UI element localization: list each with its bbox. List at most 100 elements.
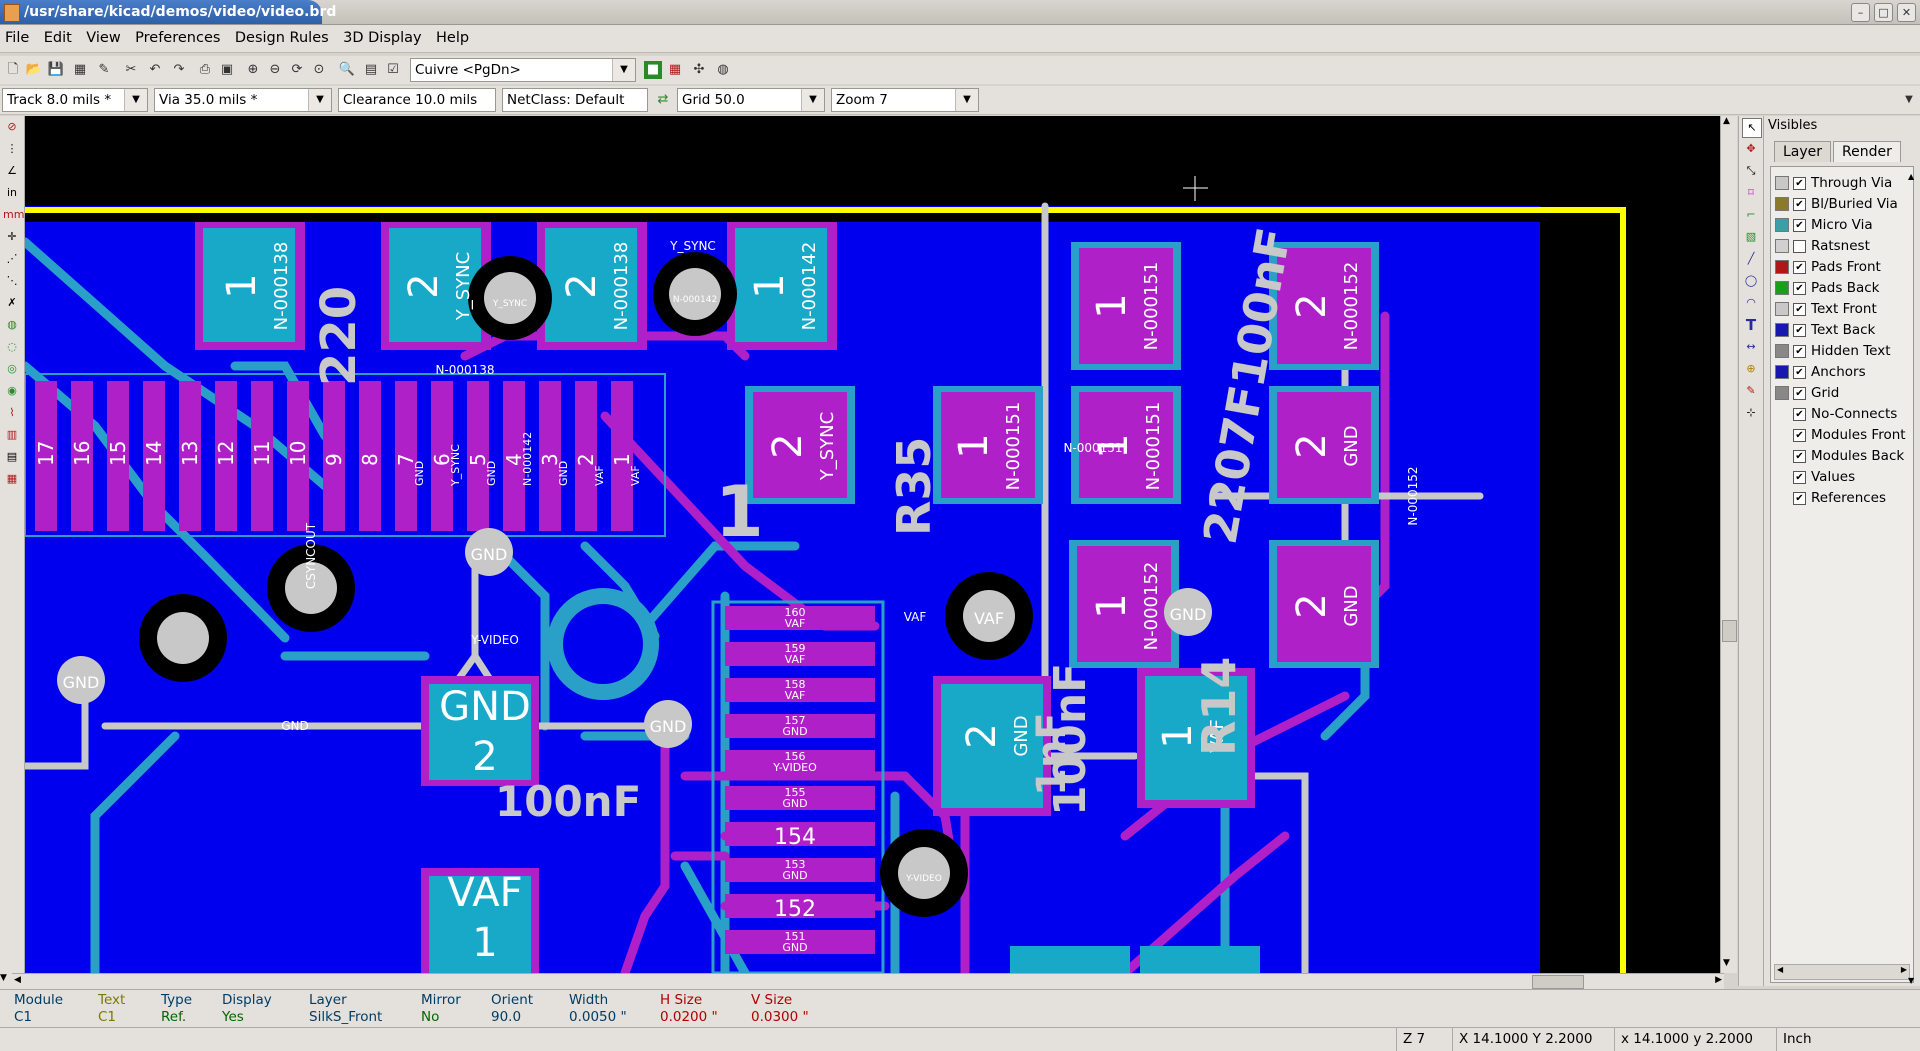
pads-sketch-icon[interactable]: ◎ bbox=[3, 360, 21, 378]
chevron-down-icon[interactable]: ▼ bbox=[124, 89, 147, 111]
add-line-icon[interactable]: ╱ bbox=[1742, 250, 1760, 268]
visibility-checkbox[interactable]: ✔ bbox=[1793, 449, 1806, 463]
render-item[interactable]: ✔ Anchors bbox=[1775, 362, 1866, 383]
color-swatch[interactable] bbox=[1775, 302, 1789, 316]
scroll-left-icon[interactable]: ◀ bbox=[1777, 965, 1783, 974]
select-tool-icon[interactable]: ↖ bbox=[1742, 118, 1762, 138]
menu-help[interactable]: Help bbox=[431, 25, 474, 52]
render-item[interactable]: ✔ Through Via bbox=[1775, 173, 1892, 194]
horizontal-scroll-thumb[interactable] bbox=[1532, 975, 1584, 989]
render-item[interactable]: ✔ Modules Back bbox=[1775, 446, 1904, 467]
chevron-down-icon[interactable]: ▼ bbox=[955, 89, 978, 111]
open-board-icon[interactable]: 📂 bbox=[25, 61, 43, 79]
undo-icon[interactable]: ↶ bbox=[146, 61, 164, 79]
color-swatch[interactable] bbox=[1775, 323, 1789, 337]
visibility-checkbox[interactable]: ✔ bbox=[1793, 197, 1806, 211]
pcb-drawing[interactable]: 17 16 15 14 13 12 11 10 9 8 7GND6Y_SYNC 5GND4N-0001… bbox=[25, 116, 1720, 973]
pcb-canvas[interactable]: 17 16 15 14 13 12 11 10 9 8 7 GND 6 Y_SYNC 5 GND 4 N-0001… bbox=[25, 116, 1720, 973]
add-text-icon[interactable]: T bbox=[1742, 316, 1760, 334]
scroll-left-icon[interactable]: ◀ bbox=[14, 975, 21, 985]
zone-fill-icon[interactable]: ◍ bbox=[3, 316, 21, 334]
vertical-scroll-thumb[interactable] bbox=[1722, 620, 1737, 642]
render-list-hscroll[interactable]: ◀ ▶ bbox=[1774, 964, 1910, 980]
add-dimension-icon[interactable]: ↔ bbox=[1742, 338, 1760, 356]
visibility-checkbox[interactable]: ✔ bbox=[1793, 344, 1806, 358]
maximize-icon[interactable]: □ bbox=[1874, 3, 1893, 22]
print-icon[interactable]: ⎙ bbox=[196, 61, 214, 79]
render-item[interactable]: ✔ Micro Via bbox=[1775, 215, 1873, 236]
new-board-icon[interactable]: 🗋 bbox=[4, 61, 22, 79]
units-mm-icon[interactable]: mm bbox=[3, 206, 24, 224]
via-size-select[interactable]: Via 35.0 mils * ▼ bbox=[154, 88, 332, 112]
close-icon[interactable]: ✕ bbox=[1897, 3, 1916, 22]
scroll-right-icon[interactable]: ▶ bbox=[1715, 975, 1722, 985]
autoroute-icon[interactable]: ✣ bbox=[690, 61, 708, 79]
render-item[interactable]: ✔ Pads Back bbox=[1775, 278, 1879, 299]
scroll-up-icon[interactable]: ▲ bbox=[1723, 116, 1730, 126]
render-item[interactable]: ✔ References bbox=[1775, 488, 1886, 509]
autoplace-icon[interactable]: ▦ bbox=[666, 61, 684, 79]
render-item[interactable]: ✔ Modules Front bbox=[1775, 425, 1906, 446]
grid-toggle-icon[interactable]: ⋮ bbox=[3, 140, 21, 158]
microwave-icon[interactable]: ▦ bbox=[3, 470, 21, 488]
set-origin-icon[interactable]: ⊹ bbox=[1742, 404, 1760, 422]
auto-delete-track-icon[interactable]: ✗ bbox=[3, 294, 21, 312]
visibility-checkbox[interactable]: ✔ bbox=[1793, 176, 1806, 190]
color-swatch[interactable] bbox=[1775, 281, 1789, 295]
vertical-scrollbar[interactable]: ▲ ▼ bbox=[1720, 116, 1737, 973]
zoom-out-icon[interactable]: ⊖ bbox=[266, 61, 284, 79]
horizontal-scrollbar[interactable]: ◀ ▶ bbox=[12, 973, 1724, 990]
visibility-checkbox[interactable]: ✔ bbox=[1793, 302, 1806, 316]
menu-view[interactable]: View bbox=[81, 25, 125, 52]
zoom-select[interactable]: Zoom 7 ▼ bbox=[831, 88, 979, 112]
render-item[interactable]: ✔ Hidden Text bbox=[1775, 341, 1891, 362]
menu-design-rules[interactable]: Design Rules bbox=[230, 25, 334, 52]
color-swatch[interactable] bbox=[1775, 218, 1789, 232]
grid-select[interactable]: Grid 50.0 ▼ bbox=[677, 88, 825, 112]
scroll-up-icon[interactable]: ▲ bbox=[1908, 172, 1914, 181]
cursor-shape-icon[interactable]: ✛ bbox=[3, 228, 21, 246]
scroll-down-icon[interactable]: ▼ bbox=[1908, 976, 1914, 985]
tracks-sketch-icon[interactable]: ⌇ bbox=[3, 404, 21, 422]
auto-track-width-icon[interactable]: ⇄ bbox=[654, 91, 672, 109]
save-board-icon[interactable]: 💾 bbox=[47, 61, 65, 79]
color-swatch[interactable] bbox=[1775, 260, 1789, 274]
netlist-icon[interactable]: ▤ bbox=[362, 61, 380, 79]
chevron-down-icon[interactable]: ▼ bbox=[612, 59, 635, 81]
zoom-redraw-icon[interactable]: ⟳ bbox=[288, 61, 306, 79]
layer-select[interactable]: Cuivre <PgDn> ▼ bbox=[410, 58, 636, 82]
module-ratsnest-icon[interactable]: ⋱ bbox=[3, 272, 21, 290]
visibility-checkbox[interactable]: ✔ bbox=[1793, 281, 1806, 295]
scroll-left-corner-icon[interactable]: ▼ bbox=[0, 973, 12, 989]
add-circle-icon[interactable]: ◯ bbox=[1742, 272, 1760, 290]
render-item[interactable]: ✔ Pads Front bbox=[1775, 257, 1881, 278]
menu-edit[interactable]: Edit bbox=[39, 25, 77, 52]
visibility-checkbox[interactable]: ✔ bbox=[1793, 470, 1806, 484]
cut-icon[interactable]: ✂ bbox=[122, 61, 140, 79]
zone-outline-icon[interactable]: ◌ bbox=[3, 338, 21, 356]
local-ratsnest-icon[interactable]: ⤡ bbox=[1742, 162, 1760, 180]
render-item[interactable]: ✔ Bl/Buried Via bbox=[1775, 194, 1898, 215]
add-tracks-icon[interactable]: ⌐ bbox=[1742, 206, 1760, 224]
zoom-in-icon[interactable]: ⊕ bbox=[244, 61, 262, 79]
plot-icon[interactable]: ▣ bbox=[218, 61, 236, 79]
delete-icon[interactable]: ✎ bbox=[1742, 382, 1760, 400]
visibility-checkbox[interactable]: ✔ bbox=[1793, 260, 1806, 274]
color-swatch[interactable] bbox=[1775, 239, 1789, 253]
minimize-icon[interactable]: – bbox=[1851, 3, 1870, 22]
toolbar-overflow-icon[interactable]: ▼ bbox=[1900, 91, 1918, 109]
visibility-checkbox[interactable]: ✔ bbox=[1793, 428, 1806, 442]
visibility-checkbox[interactable]: ✔ bbox=[1793, 491, 1806, 505]
render-item[interactable]: ✔ Values bbox=[1775, 467, 1855, 488]
visibility-checkbox[interactable]: ✔ bbox=[1793, 386, 1806, 400]
menu-3d-display[interactable]: 3D Display bbox=[338, 25, 426, 52]
highlight-net-icon[interactable]: ✥ bbox=[1742, 140, 1760, 158]
render-item[interactable]: ✔ Text Front bbox=[1775, 299, 1877, 320]
color-swatch[interactable] bbox=[1775, 176, 1789, 190]
add-arc-icon[interactable]: ◠ bbox=[1742, 294, 1760, 312]
chevron-down-icon[interactable]: ▼ bbox=[308, 89, 331, 111]
via-sketch-icon[interactable]: ◉ bbox=[3, 382, 21, 400]
page-settings-icon[interactable]: ▦ bbox=[71, 61, 89, 79]
add-module-icon[interactable]: ⌑ bbox=[1742, 184, 1760, 202]
drc-icon[interactable]: ☑ bbox=[384, 61, 402, 79]
